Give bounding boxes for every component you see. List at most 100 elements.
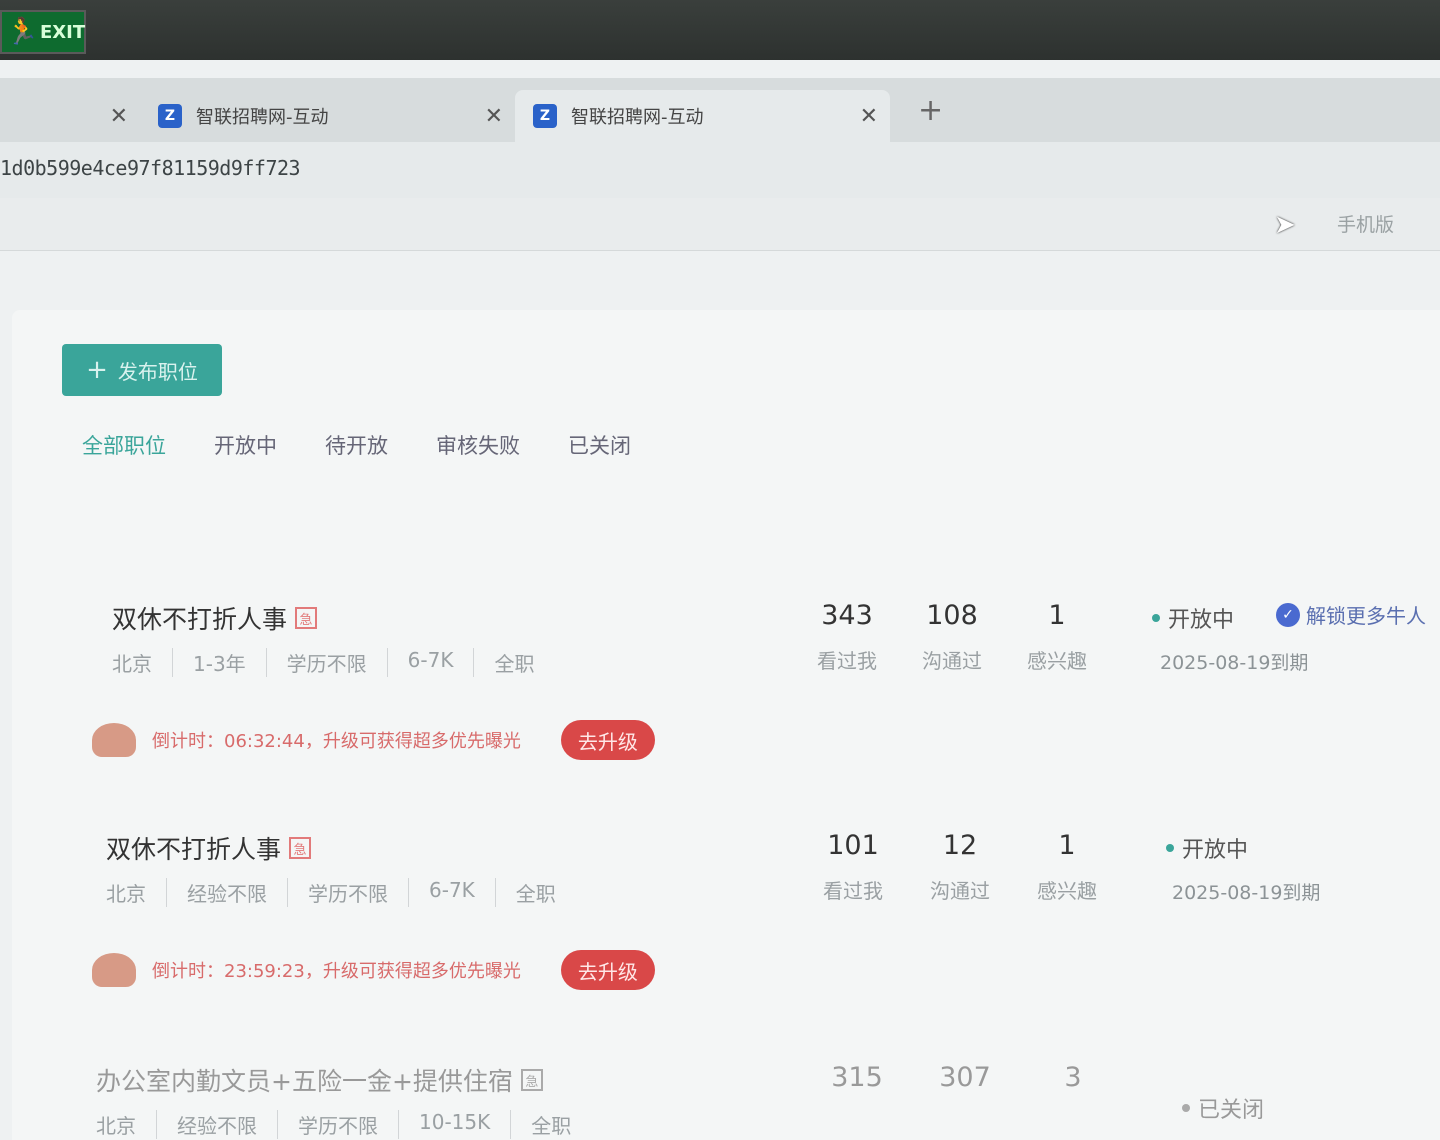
stat-viewed-label: 看过我 xyxy=(817,649,877,673)
job-title[interactable]: 办公室内勤文员+五险一金+提供住宿 急 xyxy=(96,1062,543,1098)
stat-communicated[interactable]: 108 沟通过 xyxy=(907,600,997,674)
tab-review-failed[interactable]: 审核失败 xyxy=(436,430,520,460)
stat-communicated[interactable]: 12 沟通过 xyxy=(915,830,1005,904)
promo-countdown-text: 倒计时：06:32:44，升级可获得超多优先曝光 xyxy=(152,731,521,752)
stat-communicated[interactable]: 307 xyxy=(920,1062,1010,1093)
promo-countdown-text: 倒计时：23:59:23，升级可获得超多优先曝光 xyxy=(152,961,521,982)
tab-title: 智联招聘网-互动 xyxy=(571,107,704,128)
upgrade-promo: 倒计时：06:32:44，升级可获得超多优先曝光 去升级 xyxy=(92,720,655,760)
check-badge-icon: ✓ xyxy=(1276,602,1300,627)
job-status-text: 开放中 xyxy=(1168,608,1235,633)
job-salary: 6-7K xyxy=(386,648,474,677)
job-experience: 1-3年 xyxy=(172,648,266,677)
browser-tab-bar: ✕ Z 智联招聘网-互动 ✕ Z 智联招聘网-互动 ✕ + xyxy=(0,78,1440,142)
job-meta: 北京 经验不限 学历不限 10-15K 全职 xyxy=(96,1110,591,1139)
tab-closed[interactable]: 已关闭 xyxy=(568,430,631,460)
job-education: 学历不限 xyxy=(277,1110,398,1139)
stat-viewed-count: 343 xyxy=(821,600,873,631)
job-status: 已关闭 xyxy=(1182,1092,1264,1124)
job-expire-date: 2025-08-19到期 xyxy=(1160,652,1309,674)
hand-icon xyxy=(92,953,136,987)
tab-all-jobs[interactable]: 全部职位 xyxy=(82,430,166,460)
stat-communicated-label: 沟通过 xyxy=(922,649,982,673)
zhaopin-logo-icon: Z xyxy=(533,104,557,128)
tab-pending[interactable]: 待开放 xyxy=(325,430,388,460)
stat-viewed-count: 101 xyxy=(827,830,879,861)
mouse-cursor-icon: ➤ xyxy=(1274,210,1296,240)
tab-open[interactable]: 开放中 xyxy=(214,430,277,460)
job-management-page: + 发布职位 全部职位 开放中 待开放 审核失败 已关闭 双休不打折人事 急 北… xyxy=(0,310,1440,1140)
status-dot-icon xyxy=(1152,614,1160,622)
stat-interested[interactable]: 1 感兴趣 xyxy=(1022,830,1112,904)
job-salary: 6-7K xyxy=(408,878,495,907)
exit-sign-text: EXIT xyxy=(40,21,86,43)
close-icon[interactable]: ✕ xyxy=(485,104,503,129)
stat-communicated-count: 307 xyxy=(939,1062,991,1093)
monitor-screen: ✕ Z 智联招聘网-互动 ✕ Z 智联招聘网-互动 ✕ + 1d0b599e4c… xyxy=(0,60,1440,1140)
job-meta: 北京 经验不限 学历不限 6-7K 全职 xyxy=(106,878,576,907)
browser-tab-0[interactable]: ✕ xyxy=(0,90,140,142)
job-city: 北京 xyxy=(106,882,146,906)
status-dot-icon xyxy=(1182,1104,1190,1112)
browser-tab-1[interactable]: Z 智联招聘网-互动 ✕ xyxy=(140,90,515,142)
publish-job-button[interactable]: + 发布职位 xyxy=(62,344,222,396)
job-experience: 经验不限 xyxy=(156,1110,277,1139)
stat-viewed-count: 315 xyxy=(831,1062,883,1093)
upgrade-button[interactable]: 去升级 xyxy=(560,720,655,760)
running-man-icon: 🏃 xyxy=(6,17,39,47)
upgrade-button[interactable]: 去升级 xyxy=(560,950,655,990)
urgent-tag: 急 xyxy=(295,607,318,629)
stat-viewed[interactable]: 101 看过我 xyxy=(808,830,898,904)
zhaopin-logo-icon: Z xyxy=(158,104,182,128)
stat-interested[interactable]: 1 感兴趣 xyxy=(1012,600,1102,674)
stat-viewed[interactable]: 343 看过我 xyxy=(802,600,892,674)
stat-interested-count: 1 xyxy=(1058,830,1076,861)
stat-interested[interactable]: 3 xyxy=(1028,1062,1118,1093)
job-title[interactable]: 双休不打折人事 急 xyxy=(112,600,318,636)
stat-viewed-label: 看过我 xyxy=(823,879,883,903)
stat-interested-label: 感兴趣 xyxy=(1027,649,1087,673)
url-text[interactable]: 1d0b599e4ce97f81159d9ff723 xyxy=(0,156,301,180)
job-salary: 10-15K xyxy=(398,1110,510,1139)
job-city: 北京 xyxy=(96,1114,136,1138)
stat-viewed[interactable]: 315 xyxy=(812,1062,902,1093)
close-icon[interactable]: ✕ xyxy=(860,104,878,129)
job-meta: 北京 1-3年 学历不限 6-7K 全职 xyxy=(112,648,554,677)
job-title[interactable]: 双休不打折人事 急 xyxy=(106,830,312,866)
urgent-tag: 急 xyxy=(289,837,312,859)
stat-communicated-count: 108 xyxy=(926,600,978,631)
site-header: 手机版 xyxy=(0,198,1440,251)
job-title-text: 办公室内勤文员+五险一金+提供住宿 xyxy=(96,1067,513,1096)
job-title-text: 双休不打折人事 xyxy=(106,835,282,864)
job-experience: 经验不限 xyxy=(166,878,287,907)
status-dot-icon xyxy=(1166,844,1174,852)
unlock-talent-text: 解锁更多牛人 xyxy=(1306,604,1426,628)
stat-interested-label: 感兴趣 xyxy=(1037,879,1097,903)
plus-icon: + xyxy=(86,355,108,385)
close-icon[interactable]: ✕ xyxy=(110,104,128,129)
job-city: 北京 xyxy=(112,652,152,676)
publish-job-label: 发布职位 xyxy=(117,359,198,384)
mobile-version-link[interactable]: 手机版 xyxy=(1337,210,1394,237)
job-status-text: 开放中 xyxy=(1182,838,1249,863)
job-type: 全职 xyxy=(494,878,576,907)
stat-communicated-label: 沟通过 xyxy=(930,879,990,903)
stat-interested-count: 1 xyxy=(1048,600,1066,631)
hand-icon xyxy=(92,723,136,757)
tab-title: 智联招聘网-互动 xyxy=(196,107,329,128)
job-status-text: 已关闭 xyxy=(1198,1098,1265,1123)
job-expire-date: 2025-08-19到期 xyxy=(1172,882,1321,904)
exit-sign: 🏃 EXIT xyxy=(0,10,86,54)
upgrade-promo: 倒计时：23:59:23，升级可获得超多优先曝光 去升级 xyxy=(92,950,655,990)
job-status: 开放中 xyxy=(1152,602,1234,634)
address-bar[interactable]: 1d0b599e4ce97f81159d9ff723 xyxy=(0,142,1440,199)
stat-communicated-count: 12 xyxy=(942,830,978,861)
job-title-text: 双休不打折人事 xyxy=(112,605,288,634)
browser-tab-2[interactable]: Z 智联招聘网-互动 ✕ xyxy=(515,90,890,142)
job-list-card: + 发布职位 全部职位 开放中 待开放 审核失败 已关闭 双休不打折人事 急 北… xyxy=(12,310,1440,1140)
new-tab-button[interactable]: + xyxy=(918,93,943,128)
job-filter-tabs: 全部职位 开放中 待开放 审核失败 已关闭 xyxy=(82,430,679,460)
unlock-talent-link[interactable]: ✓ 解锁更多牛人 xyxy=(1276,600,1426,629)
urgent-tag: 急 xyxy=(520,1069,543,1091)
job-type: 全职 xyxy=(473,648,554,677)
